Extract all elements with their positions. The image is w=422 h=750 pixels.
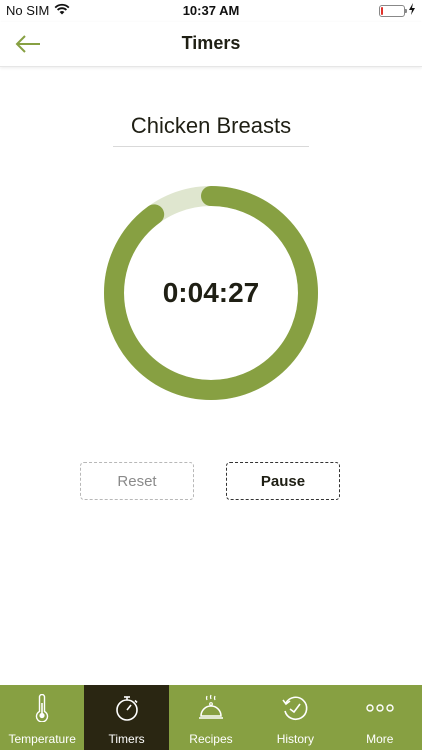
reset-button[interactable]: Reset bbox=[80, 462, 194, 500]
tab-recipes[interactable]: Recipes bbox=[169, 685, 253, 750]
tab-label: History bbox=[276, 732, 315, 746]
pause-button[interactable]: Pause bbox=[226, 462, 340, 500]
status-right bbox=[379, 3, 416, 18]
tab-label: More bbox=[366, 732, 394, 746]
tab-more[interactable]: More bbox=[338, 685, 422, 750]
navigation-bar: Timers bbox=[0, 22, 422, 67]
tab-label: Temperature bbox=[8, 732, 76, 746]
tab-label: Timers bbox=[108, 732, 145, 746]
timer-remaining: 0:04:27 bbox=[162, 277, 260, 308]
timer-name: Chicken Breasts bbox=[130, 113, 292, 138]
tab-temperature[interactable]: Temperature bbox=[0, 685, 84, 750]
charging-icon bbox=[408, 3, 416, 18]
stopwatch-icon bbox=[114, 693, 140, 723]
tab-label: Recipes bbox=[189, 732, 233, 746]
more-icon bbox=[366, 693, 394, 723]
tab-timers[interactable]: Timers bbox=[84, 685, 169, 750]
page-title: Timers bbox=[181, 33, 241, 53]
thermometer-icon bbox=[35, 693, 49, 723]
timer-name-divider bbox=[113, 146, 309, 147]
history-icon bbox=[281, 693, 309, 723]
status-time: 10:37 AM bbox=[182, 3, 240, 18]
battery-icon bbox=[379, 4, 407, 17]
status-bar: No SIM 10:37 AM bbox=[0, 0, 422, 22]
cloche-icon bbox=[198, 693, 224, 723]
timer-progress-ring: 0:04:27 bbox=[104, 186, 318, 400]
tab-history[interactable]: History bbox=[253, 685, 337, 750]
tab-bar: Temperature Timers Recipes History More bbox=[0, 685, 422, 750]
